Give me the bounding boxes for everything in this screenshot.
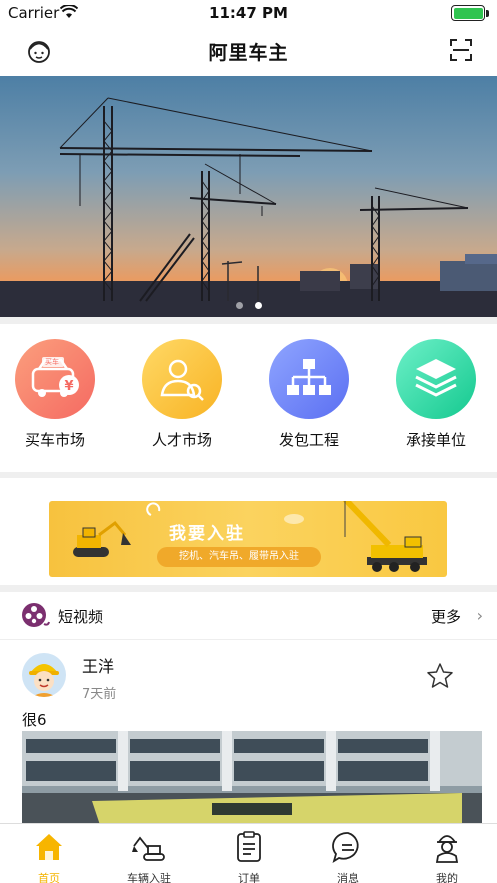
excavator-icon: [132, 836, 165, 861]
worker-icon: [435, 835, 459, 863]
tab-vehicle-join[interactable]: 车辆入驻: [109, 830, 189, 883]
page-title: 阿里车主: [208, 42, 289, 64]
nav-bar: 阿里车主: [0, 26, 497, 76]
quick-item-contract[interactable]: 发包工程: [254, 339, 364, 450]
org-chart-icon: [269, 339, 349, 419]
section-title: 短视频: [58, 608, 104, 626]
star-icon[interactable]: [425, 661, 455, 691]
chat-icon: [332, 832, 359, 863]
layers-icon: [396, 339, 476, 419]
promo-subtitle: 挖机、汽车吊、履带吊入驻: [157, 547, 321, 567]
video-thumbnail[interactable]: [22, 731, 482, 823]
quick-item-contractor[interactable]: 承接单位: [381, 339, 491, 450]
quick-item-talent[interactable]: 人才市场: [127, 339, 237, 450]
tab-orders[interactable]: 订单: [209, 830, 289, 883]
quick-item-buy-car[interactable]: ¥ 买车 买车市场: [0, 339, 110, 450]
building-image: [22, 731, 482, 823]
carousel-dot-active[interactable]: [254, 302, 262, 309]
tab-profile[interactable]: 我的: [407, 830, 487, 883]
crane-skyline-image: [0, 97, 497, 317]
avatar[interactable]: [22, 653, 66, 697]
tab-label: 首页: [38, 872, 60, 883]
video-post[interactable]: 王洋 7天前 很6: [0, 645, 497, 823]
post-text: 很6: [22, 711, 47, 729]
quick-label: 买车市场: [24, 431, 85, 449]
post-time: 7天前: [82, 687, 117, 702]
more-link[interactable]: 更多: [431, 606, 461, 627]
tab-bar: 首页 车辆入驻 订单 消息 我的: [0, 823, 497, 883]
divider: [0, 317, 497, 324]
film-reel-icon: [22, 603, 50, 627]
carousel-indicator: [0, 294, 497, 313]
scan-icon[interactable]: [449, 38, 473, 62]
battery-icon: [451, 5, 485, 21]
status-bar: Carrier 11:47 PM: [0, 0, 497, 26]
post-username: 王洋: [82, 657, 115, 676]
carousel-dot[interactable]: [235, 302, 243, 309]
hero-banner[interactable]: [0, 76, 497, 317]
svg-text:¥: ¥: [64, 379, 73, 394]
quick-label: 承接单位: [405, 431, 466, 449]
promo-section: 我要入驻 挖机、汽车吊、履带吊入驻: [0, 478, 497, 585]
clock: 11:47 PM: [209, 4, 288, 22]
quick-menu: ¥ 买车 买车市场 人才市场 发包工程 承接单位: [0, 324, 497, 472]
person-icon: [142, 339, 222, 419]
tab-label: 车辆入驻: [127, 872, 171, 883]
clipboard-icon: [237, 831, 261, 862]
tab-messages[interactable]: 消息: [308, 830, 388, 883]
car-icon: ¥ 买车: [15, 339, 95, 419]
home-icon: [36, 834, 62, 860]
quick-label: 人才市场: [151, 431, 212, 449]
divider: [0, 585, 497, 592]
tab-label: 消息: [337, 872, 359, 883]
tab-label: 订单: [238, 872, 260, 883]
chevron-right-icon[interactable]: ›: [477, 606, 483, 625]
battery-tip: [486, 10, 489, 17]
video-section-header: 短视频 更多 ›: [0, 592, 497, 640]
car-badge: 买车: [45, 358, 59, 366]
tab-label: 我的: [436, 872, 458, 883]
quick-label: 发包工程: [278, 431, 339, 449]
join-promo-banner[interactable]: 我要入驻 挖机、汽车吊、履带吊入驻: [49, 501, 447, 577]
tab-home[interactable]: 首页: [9, 830, 89, 883]
promo-title: 我要入驻: [169, 524, 245, 544]
